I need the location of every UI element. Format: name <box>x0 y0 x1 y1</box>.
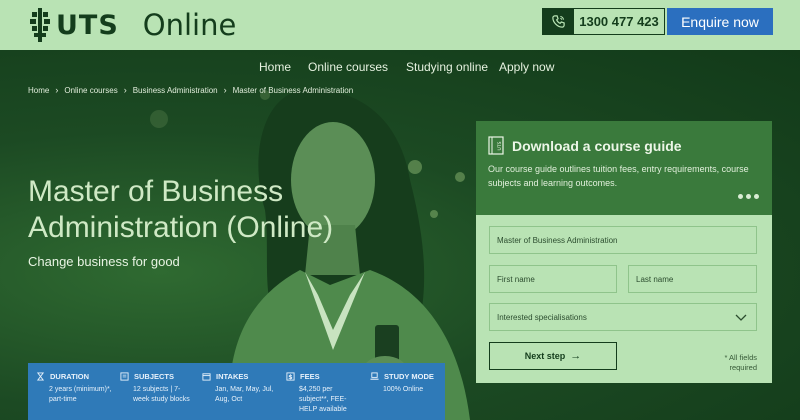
phone-icon-box <box>543 9 574 34</box>
nav-home[interactable]: Home <box>259 60 291 74</box>
required-fields-note: * All fields required <box>724 353 757 372</box>
course-guide-description: Our course guide outlines tuition fees, … <box>488 164 749 188</box>
info-fees-value: $4,250 per subject**, FEE-HELP available <box>299 386 347 413</box>
info-subjects: SUBJECTS 12 subjects | 7-week study bloc… <box>112 363 194 420</box>
svg-text:$: $ <box>288 374 292 381</box>
specialisation-dropdown[interactable]: Interested specialisations <box>489 303 757 331</box>
course-info-bar: DURATION 2 years (minimum)*, part-time S… <box>28 363 445 420</box>
info-study-mode-label: STUDY MODE <box>384 372 434 381</box>
info-duration: DURATION 2 years (minimum)*, part-time <box>28 363 112 420</box>
book-icon <box>120 372 129 381</box>
next-step-button[interactable]: Next step → <box>489 342 617 370</box>
nav-apply-now[interactable]: Apply now <box>499 60 554 74</box>
brand-suffix: Online <box>142 8 237 42</box>
form-step-indicator <box>738 194 759 199</box>
info-fees: $ FEES $4,250 per subject**, FEE-HELP av… <box>278 363 362 420</box>
breadcrumb-home[interactable]: Home <box>28 86 49 95</box>
course-select-value: Master of Business Administration <box>497 235 618 245</box>
uts-book-icon: UTS <box>488 136 504 155</box>
info-fees-label: FEES <box>300 372 320 381</box>
main-nav: Home Online courses Studying online Appl… <box>0 50 800 82</box>
laptop-icon <box>370 372 379 380</box>
info-study-mode: STUDY MODE 100% Online <box>362 363 445 420</box>
course-guide-title: Download a course guide <box>512 138 682 154</box>
breadcrumb-current: Master of Business Administration <box>232 85 354 95</box>
info-intakes: INTAKES Jan, Mar, May, Jul, Aug, Oct <box>194 363 278 420</box>
phone-icon <box>552 15 565 28</box>
info-study-mode-value: 100% Online <box>383 386 424 393</box>
info-intakes-value: Jan, Mar, May, Jul, Aug, Oct <box>215 386 274 403</box>
chevron-right-icon: › <box>223 85 227 95</box>
info-subjects-value: 12 subjects | 7-week study blocks <box>133 386 190 403</box>
chevron-right-icon: › <box>55 85 59 95</box>
uts-logo[interactable]: UTS Online <box>30 6 236 44</box>
page-title-line1: Master of Business <box>28 175 284 208</box>
last-name-placeholder: Last name <box>636 274 674 284</box>
first-name-placeholder: First name <box>497 274 535 284</box>
first-name-field[interactable]: First name <box>489 265 617 293</box>
info-intakes-label: INTAKES <box>216 372 249 381</box>
uts-crest-icon <box>30 8 50 42</box>
nav-online-courses[interactable]: Online courses <box>308 60 388 74</box>
dollar-icon: $ <box>286 372 295 381</box>
phone-contact[interactable]: 1300 477 423 <box>542 8 665 35</box>
info-duration-value: 2 years (minimum)*, part-time <box>49 386 112 403</box>
svg-text:UTS: UTS <box>497 141 503 150</box>
hourglass-icon <box>36 372 45 381</box>
calendar-icon <box>202 373 211 381</box>
step-dot <box>746 194 751 199</box>
info-duration-label: DURATION <box>50 372 90 381</box>
page-title: Master of Business Administration (Onlin… <box>28 174 448 246</box>
nav-studying-online[interactable]: Studying online <box>406 60 488 74</box>
phone-number: 1300 477 423 <box>574 9 664 34</box>
chevron-down-icon <box>735 314 747 321</box>
info-subjects-label: SUBJECTS <box>134 372 175 381</box>
next-step-label: Next step <box>524 351 566 361</box>
site-header: UTS Online 1300 477 423 Enquire now <box>0 0 800 50</box>
chevron-right-icon: › <box>123 85 127 95</box>
specialisation-placeholder: Interested specialisations <box>497 312 587 322</box>
step-dot <box>738 194 743 199</box>
last-name-field[interactable]: Last name <box>628 265 757 293</box>
course-select-field[interactable]: Master of Business Administration <box>489 226 757 254</box>
step-dot <box>754 194 759 199</box>
enquire-now-button[interactable]: Enquire now <box>667 8 773 35</box>
page-title-line2: Administration (Online) <box>28 211 334 244</box>
breadcrumb: Home › Online courses › Business Adminis… <box>28 85 353 95</box>
course-guide-header: UTS Download a course guide Our course g… <box>476 121 772 215</box>
page-subtitle: Change business for good <box>28 254 180 269</box>
breadcrumb-business-administration[interactable]: Business Administration <box>133 86 218 95</box>
logo-text: UTS <box>56 9 119 41</box>
arrow-right-icon: → <box>570 350 582 362</box>
breadcrumb-online-courses[interactable]: Online courses <box>64 86 117 95</box>
